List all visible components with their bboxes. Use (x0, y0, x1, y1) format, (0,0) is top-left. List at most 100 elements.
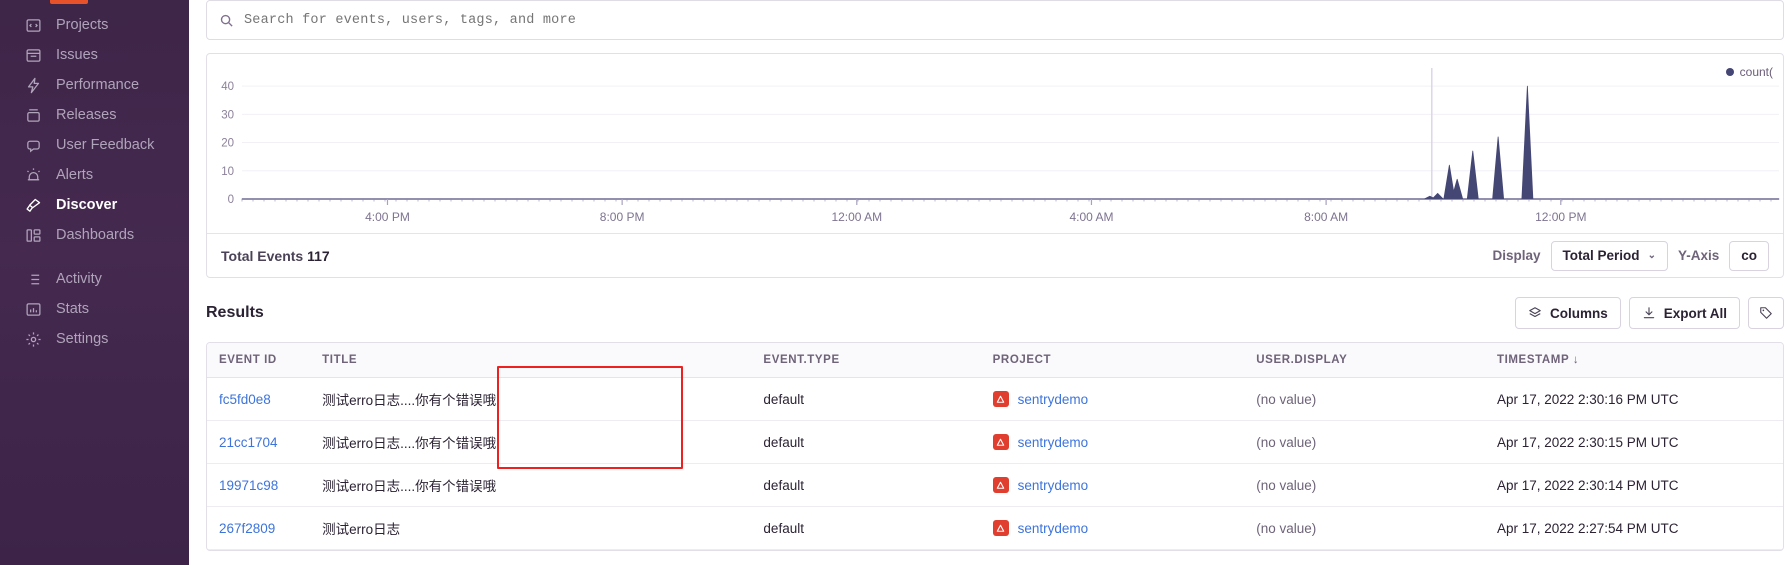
sidebar-item-discover[interactable]: Discover (0, 190, 189, 220)
releases-icon (24, 106, 42, 124)
project-cell: sentrydemo (992, 391, 1233, 407)
yaxis-select-value: co (1741, 248, 1757, 263)
columns-button-label: Columns (1549, 305, 1608, 321)
col-header-user-display[interactable]: USER.DISPLAY (1244, 343, 1485, 378)
stats-icon (24, 300, 42, 318)
cell-project: sentrydemo (980, 420, 1245, 464)
project-link[interactable]: sentrydemo (1018, 478, 1089, 493)
display-select[interactable]: Total Period ⌄ (1550, 240, 1668, 271)
table-header-row: EVENT ID TITLE EVENT.TYPE PROJECT USER.D… (207, 343, 1783, 378)
event-id-link[interactable]: 267f2809 (219, 521, 275, 536)
col-header-event-id[interactable]: EVENT ID (207, 343, 311, 378)
table-row[interactable]: 267f2809 测试erro日志 default sentrydemo (no val… (207, 506, 1783, 550)
project-link[interactable]: sentrydemo (1018, 392, 1089, 407)
total-events: Total Events 117 (221, 248, 330, 264)
table-row[interactable]: 21cc1704 测试erro日志....你有个错误哦 default sentryd… (207, 420, 1783, 464)
event-id-link[interactable]: fc5fd0e8 (219, 392, 271, 407)
dashboards-icon (24, 226, 42, 244)
sort-desc-icon: ↓ (1572, 354, 1580, 366)
svg-text:12:00 PM: 12:00 PM (1535, 210, 1586, 224)
cell-event-id: 267f2809 (207, 506, 311, 550)
chart-area[interactable]: 0 10 20 30 40 4:00 PM 8:00 PM 12:00 AM 4:00 AM 8:… (207, 54, 1783, 233)
sidebar-item-stats[interactable]: Stats (0, 294, 189, 324)
results-header: Results Columns Export All (206, 296, 1784, 330)
legend-swatch (1725, 68, 1734, 76)
org-indicator-bar (50, 0, 88, 4)
sidebar-item-alerts[interactable]: Alerts (0, 160, 189, 190)
project-link[interactable]: sentrydemo (1018, 521, 1089, 536)
cell-title: 测试erro日志 (310, 506, 752, 550)
chevron-down-icon: ⌄ (1647, 250, 1656, 261)
project-link[interactable]: sentrydemo (1018, 435, 1089, 450)
results-title: Results (206, 304, 264, 321)
gear-icon (24, 330, 42, 348)
svg-text:12:00 AM: 12:00 AM (831, 210, 882, 224)
sidebar-item-label: Alerts (56, 167, 94, 183)
columns-button[interactable]: Columns (1514, 297, 1621, 329)
col-header-timestamp[interactable]: TIMESTAMP ↓ (1484, 343, 1783, 378)
cell-timestamp: Apr 17, 2022 2:30:16 PM UTC (1484, 377, 1783, 421)
svg-text:30: 30 (221, 109, 234, 121)
sidebar-item-issues[interactable]: Issues (0, 40, 189, 70)
chart-legend[interactable]: count( (1725, 65, 1773, 79)
sidebar-item-label: Projects (56, 17, 109, 33)
discover-page: Projects Issues Performance Releases Use… (0, 0, 1784, 565)
sentry-project-icon (992, 391, 1009, 407)
events-chart[interactable]: 0 10 20 30 40 4:00 PM 8:00 PM 12:00 AM 4:00 AM 8:… (207, 54, 1783, 233)
search-row (189, 0, 1784, 40)
search-bar[interactable] (206, 0, 1784, 40)
col-header-timestamp-label: TIMESTAMP (1496, 354, 1570, 366)
tag-button[interactable] (1748, 297, 1784, 329)
sentry-project-icon (992, 434, 1009, 450)
cell-user-display: (no value) (1244, 506, 1485, 550)
user-feedback-icon (24, 136, 42, 154)
table-row[interactable]: fc5fd0e8 测试erro日志....你有个错误哦 default sentryd… (207, 377, 1783, 421)
svg-text:4:00 AM: 4:00 AM (1069, 210, 1113, 224)
col-header-project[interactable]: PROJECT (980, 343, 1245, 378)
event-id-link[interactable]: 21cc1704 (219, 435, 278, 450)
cell-project: sentrydemo (980, 377, 1245, 421)
performance-icon (24, 76, 42, 94)
yaxis-select[interactable]: co (1729, 240, 1769, 271)
cell-event-id: 21cc1704 (207, 420, 311, 464)
sidebar-item-label: Activity (56, 271, 102, 287)
cell-timestamp: Apr 17, 2022 2:30:15 PM UTC (1484, 420, 1783, 464)
sidebar-item-activity[interactable]: Activity (0, 264, 189, 294)
svg-text:8:00 PM: 8:00 PM (600, 210, 645, 224)
cell-event-type: default (751, 506, 981, 550)
sidebar-item-settings[interactable]: Settings (0, 324, 189, 354)
cell-event-type: default (751, 377, 981, 421)
svg-text:40: 40 (221, 81, 234, 93)
sidebar-item-label: Dashboards (56, 227, 135, 243)
download-icon (1642, 306, 1656, 320)
export-all-button[interactable]: Export All (1628, 297, 1740, 329)
table-row[interactable]: 19971c98 测试erro日志....你有个错误哦 default sentryd… (207, 463, 1783, 507)
cell-user-display: (no value) (1244, 420, 1485, 464)
display-label: Display (1492, 248, 1541, 263)
sidebar-item-label: Discover (56, 197, 118, 213)
stack-icon (1528, 306, 1542, 320)
sidebar-item-label: Releases (56, 107, 117, 123)
chart-footer: Total Events 117 Display Total Period ⌄ … (207, 233, 1783, 277)
sidebar-item-performance[interactable]: Performance (0, 70, 189, 100)
cell-event-id: 19971c98 (207, 463, 311, 507)
yaxis-label: Y-Axis (1677, 248, 1720, 263)
events-chart-panel: 0 10 20 30 40 4:00 PM 8:00 PM 12:00 AM 4:00 AM 8:… (206, 53, 1784, 278)
sidebar-item-label: Issues (56, 47, 98, 63)
sidebar-divider-gap (0, 250, 189, 264)
sidebar-item-user-feedback[interactable]: User Feedback (0, 130, 189, 160)
table-header: EVENT ID TITLE EVENT.TYPE PROJECT USER.D… (207, 343, 1783, 378)
cell-event-id: fc5fd0e8 (207, 377, 311, 421)
events-table: EVENT ID TITLE EVENT.TYPE PROJECT USER.D… (207, 343, 1783, 550)
event-id-link[interactable]: 19971c98 (219, 478, 278, 493)
sidebar-item-dashboards[interactable]: Dashboards (0, 220, 189, 250)
cell-project: sentrydemo (980, 463, 1245, 507)
svg-text:0: 0 (228, 194, 234, 206)
cell-user-display: (no value) (1244, 463, 1485, 507)
svg-text:4:00 PM: 4:00 PM (365, 210, 410, 224)
col-header-title[interactable]: TITLE (310, 343, 752, 378)
sidebar-item-projects[interactable]: Projects (0, 10, 189, 40)
search-input[interactable] (244, 12, 1771, 28)
sidebar-item-releases[interactable]: Releases (0, 100, 189, 130)
col-header-event-type[interactable]: EVENT.TYPE (751, 343, 981, 378)
